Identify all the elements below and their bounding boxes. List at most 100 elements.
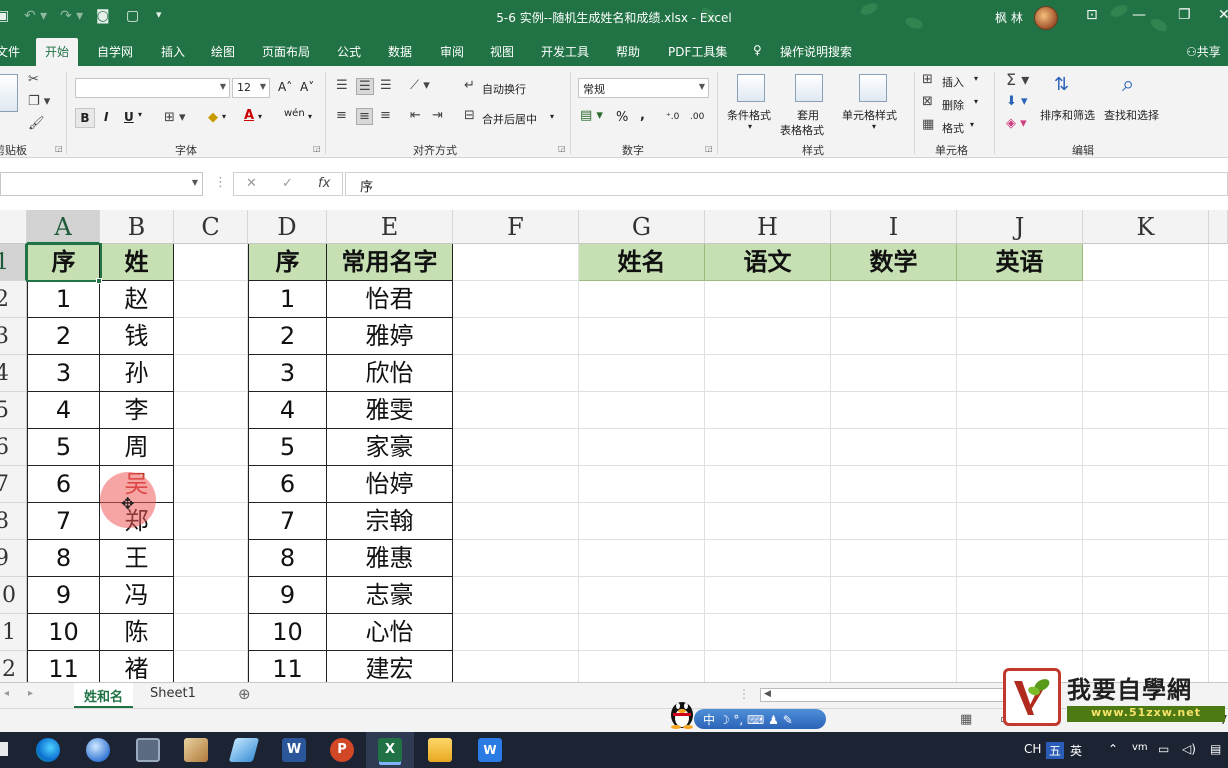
tab-data[interactable]: 数据 — [388, 43, 412, 60]
table-cell[interactable]: 李 — [100, 392, 174, 429]
tab-help[interactable]: 帮助 — [616, 43, 640, 60]
windows-start-icon[interactable] — [0, 742, 8, 756]
copy-icon[interactable]: ❐ ▾ — [28, 94, 50, 109]
horizontal-scrollbar[interactable]: ◀ — [760, 688, 1010, 702]
row-header[interactable]: 6 — [0, 429, 27, 466]
tab-draw[interactable]: 绘图 — [211, 43, 235, 60]
decrease-decimal-icon[interactable]: .00 — [690, 112, 704, 122]
fill-handle[interactable] — [96, 278, 102, 284]
number-format-select[interactable]: 常规 ▼ — [578, 78, 709, 98]
orientation-icon[interactable]: ⟋ ▾ — [410, 78, 430, 93]
fill-icon[interactable]: ⬇ ▾ — [1006, 94, 1028, 109]
sheet-tab-sheet1[interactable]: Sheet1 — [140, 683, 206, 708]
table-cell[interactable]: 7 — [248, 503, 327, 540]
table-cell[interactable]: 孙 — [100, 355, 174, 392]
align-bottom-icon[interactable]: ☰ — [380, 78, 392, 93]
font-launcher-icon[interactable]: ◲ — [313, 144, 321, 153]
share-button[interactable]: ⚇共享 — [1186, 43, 1221, 60]
format-cells-button[interactable]: 格式 — [942, 120, 964, 136]
word-icon[interactable]: W — [282, 738, 306, 762]
tab-pdf-tools[interactable]: PDF工具集 — [668, 43, 727, 60]
cell-styles-button[interactable]: 单元格样式 — [842, 107, 897, 123]
chevron-down-icon[interactable]: ▾ — [222, 112, 226, 121]
table-cell[interactable]: 陈 — [100, 614, 174, 651]
row-header[interactable]: 2 — [0, 281, 27, 318]
table-cell[interactable]: 王 — [100, 540, 174, 577]
table-cell[interactable]: 3 — [248, 355, 327, 392]
scroll-prev-sheet-icon[interactable]: ◂ — [4, 688, 9, 699]
phonetic-icon[interactable]: wén — [284, 108, 305, 119]
align-middle-icon[interactable]: ☰ — [356, 78, 374, 95]
table-format-label-1[interactable]: 套用 — [797, 107, 819, 123]
ime-toolbar[interactable]: 中 ☽ °, ⌨ ♟ ✎ — [694, 709, 826, 729]
alignment-launcher-icon[interactable]: ◲ — [558, 144, 566, 153]
table-cell[interactable]: 志豪 — [327, 577, 453, 614]
comma-button[interactable]: , — [640, 108, 645, 123]
column-header-j[interactable]: J — [957, 210, 1083, 244]
sort-filter-button[interactable]: 排序和筛选 — [1040, 107, 1095, 123]
sheet-tab-names[interactable]: 姓和名 — [74, 683, 134, 708]
app-w-icon[interactable]: W — [478, 738, 502, 762]
autosum-icon[interactable]: Σ ▾ — [1006, 70, 1029, 89]
font-color-icon[interactable]: A — [244, 108, 254, 123]
borders-icon[interactable]: ⊞ ▾ — [164, 110, 186, 125]
paint-icon[interactable] — [184, 738, 208, 762]
tab-insert[interactable]: 插入 — [161, 43, 185, 60]
format-painter-icon[interactable]: 🖌 — [28, 116, 45, 131]
table-header-cell[interactable]: 序 — [248, 244, 327, 281]
table-cell[interactable]: 6 — [248, 466, 327, 503]
tab-zixuewang[interactable]: 自学网 — [97, 43, 133, 60]
table-header-cell[interactable]: 数学 — [831, 244, 957, 281]
fill-color-icon[interactable]: ◆ — [208, 110, 218, 125]
edge-browser-icon[interactable] — [36, 738, 60, 762]
column-header-b[interactable]: B — [100, 210, 174, 244]
underline-button[interactable]: U — [124, 110, 134, 124]
table-cell[interactable]: 欣怡 — [327, 355, 453, 392]
chevron-up-icon[interactable]: ⌃ — [1108, 742, 1118, 756]
scroll-left-icon[interactable]: ◀ — [764, 689, 771, 699]
avatar[interactable] — [1034, 6, 1058, 30]
table-cell[interactable]: 怡君 — [327, 281, 453, 318]
percent-button[interactable]: % — [616, 110, 628, 125]
column-header-h[interactable]: H — [705, 210, 831, 244]
table-cell[interactable]: 雅惠 — [327, 540, 453, 577]
table-header-cell[interactable]: 姓 — [100, 244, 174, 281]
table-cell[interactable]: 11 — [27, 651, 100, 682]
table-cell[interactable]: 2 — [248, 318, 327, 355]
column-header-f[interactable]: F — [453, 210, 579, 244]
table-cell[interactable]: 1 — [27, 281, 100, 318]
align-center-icon[interactable]: ≡ — [356, 108, 373, 125]
table-cell[interactable]: 心怡 — [327, 614, 453, 651]
bold-button[interactable]: B — [75, 108, 95, 128]
table-cell[interactable]: 雅婷 — [327, 318, 453, 355]
normal-view-icon[interactable]: ▦ — [960, 712, 972, 727]
table-cell[interactable]: 5 — [27, 429, 100, 466]
table-header-cell[interactable]: 英语 — [957, 244, 1083, 281]
column-header-g[interactable]: G — [579, 210, 705, 244]
column-header-c[interactable]: C — [174, 210, 248, 244]
calculator-icon[interactable] — [136, 738, 160, 762]
row-header[interactable]: 1 — [0, 244, 27, 281]
table-cell[interactable]: 9 — [27, 577, 100, 614]
ribbon-display-options-icon[interactable]: ⊡ — [1086, 7, 1098, 23]
worksheet-grid[interactable]: A B C D E F G H I J K 123456789101112 序姓… — [0, 210, 1228, 682]
tab-developer[interactable]: 开发工具 — [541, 43, 589, 60]
globe-app-icon[interactable] — [86, 738, 110, 762]
column-header-i[interactable]: I — [831, 210, 957, 244]
table-cell[interactable]: 褚 — [100, 651, 174, 682]
conditional-format-button[interactable]: 条件格式 — [727, 107, 771, 123]
ime-mode-indicator[interactable]: 五 — [1046, 742, 1065, 759]
chevron-down-icon[interactable]: ▾ — [138, 110, 142, 119]
lightbulb-icon[interactable]: ♀ — [753, 43, 762, 57]
row-header[interactable]: 9 — [0, 540, 27, 577]
column-header-d[interactable]: D — [248, 210, 327, 244]
tab-file[interactable]: 文件 — [0, 43, 20, 60]
tell-me-search[interactable]: 操作说明搜索 — [780, 43, 852, 60]
table-cell[interactable]: 赵 — [100, 281, 174, 318]
row-header[interactable]: 10 — [0, 577, 27, 614]
table-cell[interactable]: 4 — [248, 392, 327, 429]
minimize-icon[interactable]: — — [1132, 7, 1146, 23]
table-header-cell[interactable]: 常用名字 — [327, 244, 453, 281]
tab-review[interactable]: 审阅 — [440, 43, 464, 60]
row-header[interactable]: 4 — [0, 355, 27, 392]
